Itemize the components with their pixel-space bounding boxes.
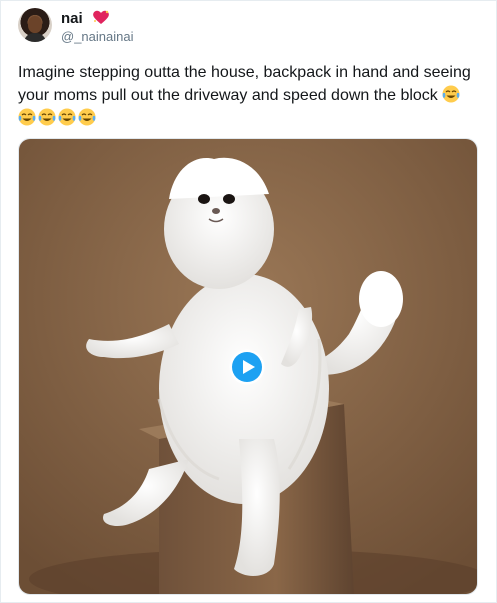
tweet-body: Imagine stepping outta the house, backpa… — [18, 64, 476, 104]
tweet-card: nai @_nainainai Imagine stepping outta t… — [0, 0, 497, 603]
avatar[interactable] — [18, 8, 52, 42]
sparkling-heart-icon — [93, 10, 109, 24]
display-name[interactable]: nai — [61, 10, 83, 27]
avatar-face — [28, 16, 42, 33]
face-with-tears-of-joy-icon — [442, 85, 460, 103]
avatar-shirt — [24, 33, 46, 42]
play-icon[interactable] — [229, 349, 265, 385]
face-with-tears-of-joy-icon — [38, 108, 56, 126]
user-handle[interactable]: @_nainainai — [61, 29, 133, 44]
face-with-tears-of-joy-icon — [18, 108, 36, 126]
tweet-text: Imagine stepping outta the house, backpa… — [18, 61, 480, 130]
face-with-tears-of-joy-icon — [78, 108, 96, 126]
face-with-tears-of-joy-icon — [58, 108, 76, 126]
